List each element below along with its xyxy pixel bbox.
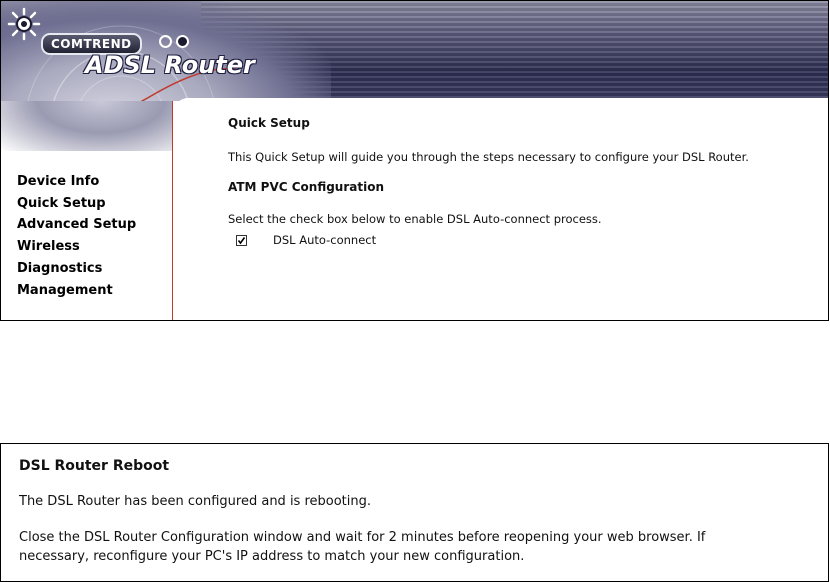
- checkmark-icon: [237, 236, 246, 244]
- sidebar-item-advanced-setup[interactable]: Advanced Setup: [17, 214, 136, 236]
- page-title: Quick Setup: [228, 116, 310, 130]
- instruction-text: Select the check box below to enable DSL…: [228, 212, 602, 226]
- quick-setup-screen: COMTREND ADSL Router Device Info Quick S…: [0, 0, 829, 321]
- product-title: ADSL Router: [85, 51, 255, 79]
- reboot-title: DSL Router Reboot: [19, 458, 170, 474]
- section-title-atm-pvc: ATM PVC Configuration: [228, 180, 384, 194]
- reboot-message: DSL Router Reboot The DSL Router has bee…: [19, 458, 705, 566]
- main-content: Quick Setup This Quick Setup will guide …: [174, 98, 828, 320]
- reboot-status-text: The DSL Router has been configured and i…: [19, 494, 372, 509]
- sidebar-decoration: [1, 101, 173, 151]
- logo-ring-icon: [159, 35, 172, 48]
- reboot-instructions-line-1: Close the DSL Router Configuration windo…: [19, 530, 706, 545]
- sidebar: Device Info Quick Setup Advanced Setup W…: [1, 101, 173, 320]
- reboot-screen: DSL Router Reboot The DSL Router has bee…: [0, 443, 829, 582]
- comtrend-logo-icon: [7, 7, 41, 41]
- sidebar-item-management[interactable]: Management: [17, 280, 136, 302]
- auto-connect-row: DSL Auto-connect: [236, 233, 749, 247]
- header-banner: COMTREND ADSL Router: [1, 1, 828, 101]
- sidebar-item-wireless[interactable]: Wireless: [17, 236, 136, 258]
- sidebar-item-diagnostics[interactable]: Diagnostics: [17, 258, 136, 280]
- reboot-instructions-line-2: necessary, reconfigure your PC's IP addr…: [19, 549, 525, 564]
- sidebar-divider: [172, 101, 173, 320]
- dsl-auto-connect-label: DSL Auto-connect: [273, 233, 377, 247]
- intro-text: This Quick Setup will guide you through …: [228, 150, 749, 164]
- logo-dot-icon: [176, 35, 189, 48]
- sidebar-item-device-info[interactable]: Device Info: [17, 171, 136, 193]
- quick-setup-form: Quick Setup This Quick Setup will guide …: [228, 114, 749, 247]
- dsl-auto-connect-checkbox[interactable]: [236, 234, 247, 246]
- sidebar-item-quick-setup[interactable]: Quick Setup: [17, 193, 136, 215]
- sidebar-nav: Device Info Quick Setup Advanced Setup W…: [17, 171, 136, 301]
